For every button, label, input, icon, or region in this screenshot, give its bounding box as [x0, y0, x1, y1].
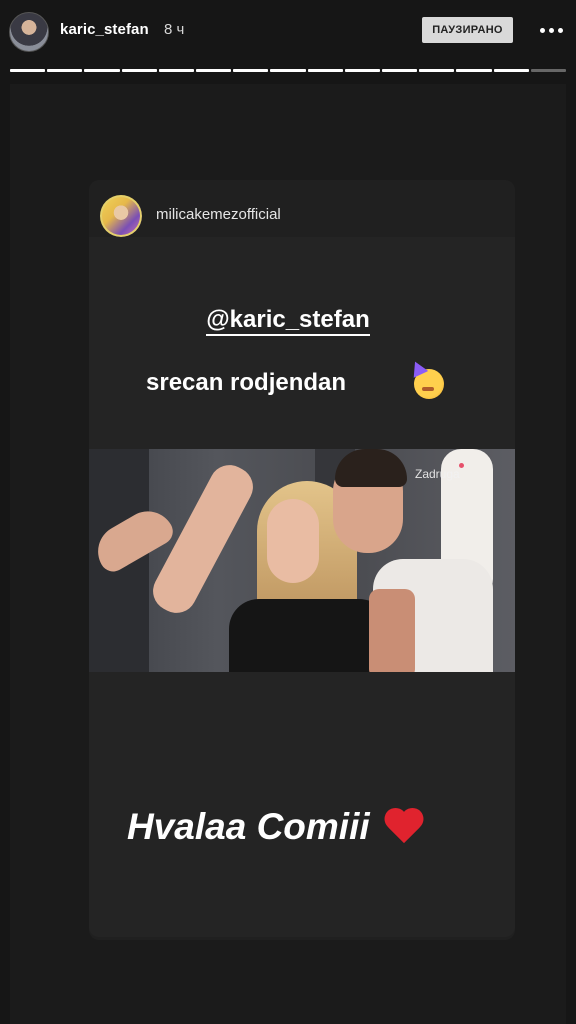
caption: Hvalaa Comiii [127, 806, 424, 848]
video-watermark: Zadruga [415, 463, 464, 481]
progress-segment [158, 69, 195, 72]
progress-fill [344, 69, 381, 72]
person-body [369, 589, 415, 672]
progress-fill [456, 69, 492, 72]
progress-segment [196, 69, 232, 72]
progress-fill [47, 69, 83, 72]
mention-text[interactable]: @karic_stefan [0, 306, 576, 336]
person-hair [335, 449, 407, 487]
progress-segment [419, 69, 455, 72]
progress-segment [233, 69, 269, 72]
person-dress [229, 599, 389, 672]
more-horizontal-icon[interactable] [540, 26, 570, 34]
avatar[interactable] [9, 12, 49, 52]
progress-fill [196, 69, 232, 72]
paused-badge: ПАУЗИРАНО [422, 17, 513, 43]
progress-segment [10, 69, 46, 72]
progress-fill [84, 69, 120, 72]
person-face [267, 499, 319, 583]
progress-fill [158, 69, 195, 72]
video-still: Zadruga [89, 449, 515, 672]
progress-fill [382, 69, 418, 72]
heart-icon [384, 809, 424, 845]
progress-segment [530, 69, 567, 72]
progress-fill [233, 69, 269, 72]
progress-segment [493, 69, 529, 72]
birthday-text: srecan rodjendan [146, 369, 347, 396]
progress-segment [47, 69, 83, 72]
progress-fill [493, 69, 529, 72]
caption-text: Hvalaa Comiii [127, 806, 370, 847]
progress-fill [10, 69, 46, 72]
mention-link[interactable]: @karic_stefan [206, 306, 370, 336]
progress-segment [307, 69, 343, 72]
progress-fill [419, 69, 455, 72]
progress-segment [456, 69, 492, 72]
progress-fill [121, 69, 157, 72]
progress-segment [344, 69, 381, 72]
shared-username[interactable]: milicakemezofficial [156, 206, 281, 223]
progress-fill [270, 69, 306, 72]
shared-avatar[interactable] [100, 195, 142, 237]
progress-segment [121, 69, 157, 72]
timestamp: 8 ч [164, 21, 185, 38]
progress-fill [307, 69, 343, 72]
story-header: karic_stefan 8 ч ПАУЗИРАНО [0, 0, 576, 64]
progress-bar [10, 69, 567, 72]
progress-segment [270, 69, 306, 72]
party-face-icon [414, 369, 444, 399]
progress-segment [84, 69, 120, 72]
username[interactable]: karic_stefan [60, 21, 149, 38]
progress-segment [382, 69, 418, 72]
